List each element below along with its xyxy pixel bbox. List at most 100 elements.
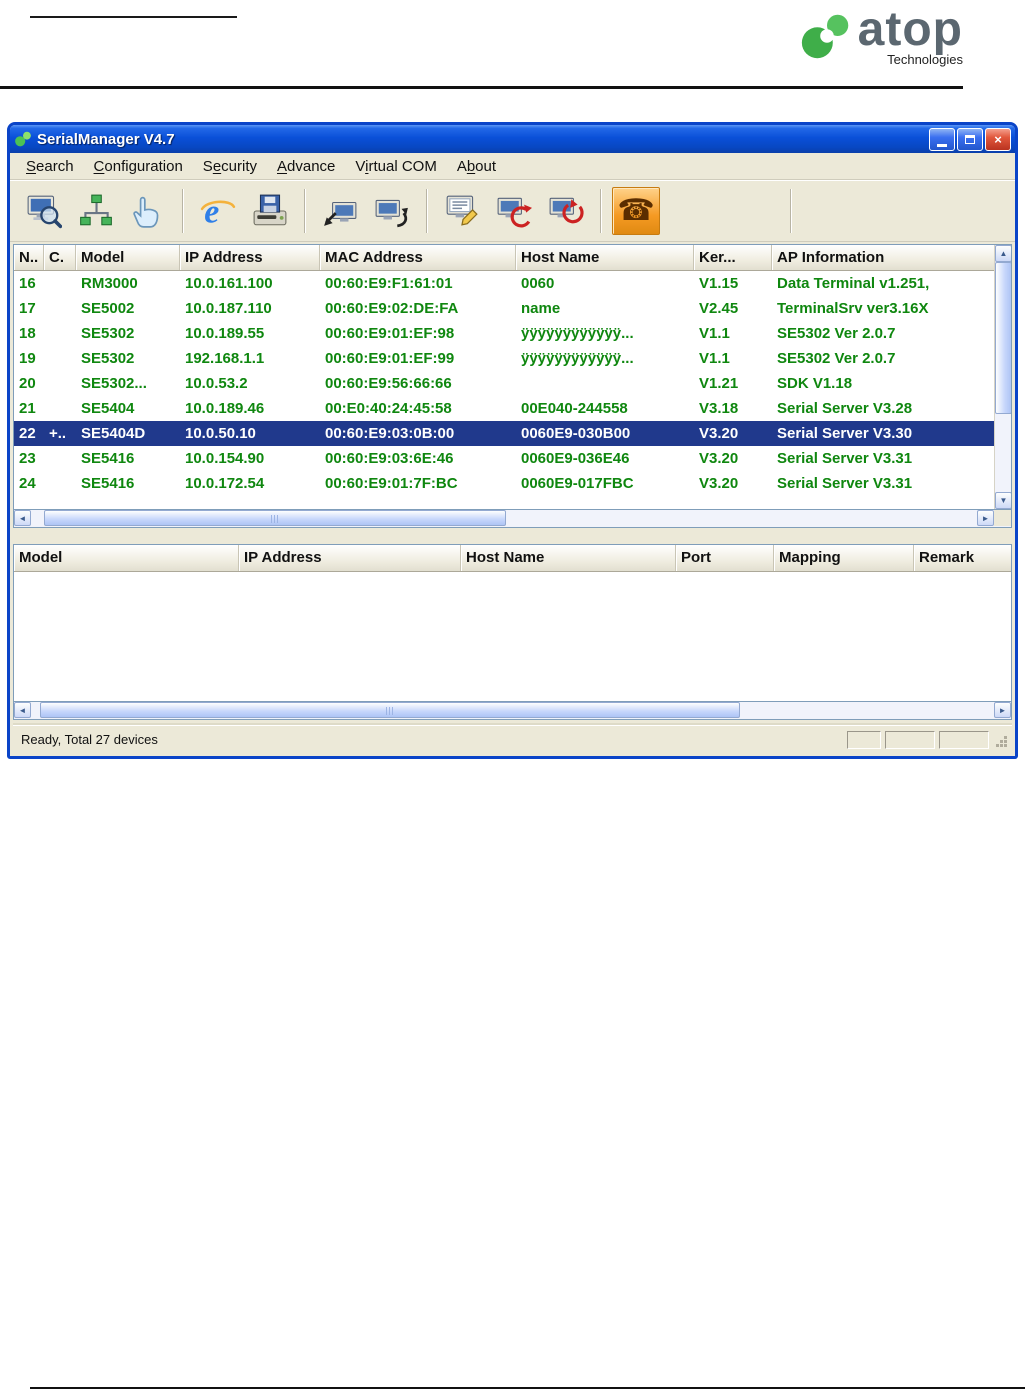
column-header-mapping[interactable]: Mapping <box>774 545 914 571</box>
horizontal-scrollbar-thumb[interactable] <box>44 510 506 526</box>
alert-button[interactable]: ☎ <box>612 187 660 235</box>
cell: 23 <box>19 450 36 467</box>
search-network-button[interactable] <box>72 187 120 235</box>
device-row-22[interactable]: 22 +.. SE5404D 10.0.50.10 00:60:E9:03:0B:00 0… <box>14 421 994 446</box>
device-row-16[interactable]: 16 RM3000 10.0.161.100 00:60:E9:F1:61:01 006… <box>14 271 994 296</box>
device-list-main: N.. C. Model IP Address MAC Address Host Name… <box>14 245 1002 509</box>
device-row-23[interactable]: 23 SE5416 10.0.154.90 00:60:E9:03:6E:46 0060… <box>14 446 994 471</box>
menu-advance[interactable]: Advance <box>267 155 345 178</box>
configure-button[interactable] <box>438 187 486 235</box>
cell: 00:60:E9:01:EF:99 <box>325 350 455 367</box>
cell: Data Terminal v1.251, <box>777 275 930 292</box>
cell: name <box>521 300 561 317</box>
close-button[interactable]: × <box>985 127 1011 151</box>
alert-phone-icon: ☎ <box>617 193 655 228</box>
locate-button[interactable] <box>124 187 172 235</box>
cell <box>44 446 76 471</box>
scroll-left-button[interactable]: ◄ <box>14 702 31 718</box>
column-header-ap-information[interactable]: AP Information <box>772 245 996 270</box>
device-list-vertical-scrollbar[interactable]: ▲ ▼ <box>994 245 1011 509</box>
cell: ÿÿÿÿÿÿÿÿÿÿÿÿ... <box>521 350 634 367</box>
cell <box>44 296 76 321</box>
scroll-right-button[interactable]: ► <box>994 702 1011 718</box>
cell: V3.18 <box>699 400 739 417</box>
scroll-right-button[interactable]: ► <box>977 510 994 526</box>
import-setting-icon <box>324 202 357 226</box>
cell: 10.0.53.2 <box>185 375 248 392</box>
status-text: Ready, Total 27 devices <box>21 732 158 747</box>
column-header-model[interactable]: Model <box>14 545 239 571</box>
device-list-header: N.. C. Model IP Address MAC Address Host Name… <box>14 245 1002 271</box>
scrollbar-corner <box>994 510 1011 526</box>
column-header-port[interactable]: Port <box>676 545 774 571</box>
mapping-list-horizontal-scrollbar[interactable]: ◄ ► <box>13 702 1012 720</box>
resize-grip[interactable] <box>993 731 1008 749</box>
cell: SE5404 <box>81 400 135 417</box>
cell: Serial Server V3.30 <box>777 425 913 442</box>
cell: 24 <box>19 475 36 492</box>
locate-hand-icon <box>133 196 159 228</box>
column-header-model[interactable]: Model <box>76 245 180 270</box>
header-line <box>30 16 237 18</box>
column-header-ip-address[interactable]: IP Address <box>239 545 461 571</box>
menu-configuration[interactable]: Configuration <box>84 155 193 178</box>
device-row-24[interactable]: 24 SE5416 10.0.172.54 00:60:E9:01:7F:BC 0060… <box>14 471 994 496</box>
mapping-list: Model IP Address Host Name Port Mapping Remar… <box>13 544 1012 702</box>
cell: 10.0.50.10 <box>185 425 256 442</box>
maximize-icon <box>965 134 975 144</box>
device-row-21[interactable]: 21 SE5404 10.0.189.46 00:E0:40:24:45:58 00E0… <box>14 396 994 421</box>
menu-security[interactable]: Security <box>193 155 267 178</box>
cell: 20 <box>19 375 36 392</box>
menu-virtual-com[interactable]: Virtual COM <box>345 155 446 178</box>
cell: 19 <box>19 350 36 367</box>
atop-logo: atop Technologies <box>798 4 963 67</box>
upgrade-button[interactable] <box>490 187 538 235</box>
cell: 0060E9-036E46 <box>521 450 630 467</box>
minimize-button[interactable] <box>929 127 955 151</box>
column-header-c[interactable]: C. <box>44 245 76 270</box>
save-firmware-button[interactable] <box>246 187 294 235</box>
column-header-host-name[interactable]: Host Name <box>516 245 694 270</box>
scroll-up-button[interactable]: ▲ <box>995 245 1011 262</box>
cell: V2.45 <box>699 300 739 317</box>
cell: Serial Server V3.31 <box>777 475 913 492</box>
column-header-ip-address[interactable]: IP Address <box>180 245 320 270</box>
cell <box>44 271 76 296</box>
atop-logo-icon <box>801 14 848 59</box>
close-icon: × <box>994 131 1002 147</box>
horizontal-scrollbar-thumb[interactable] <box>40 702 740 718</box>
cell: Serial Server V3.28 <box>777 400 913 417</box>
cell <box>44 371 76 396</box>
minimize-icon <box>937 143 947 147</box>
device-row-17[interactable]: 17 SE5002 10.0.187.110 00:60:E9:02:DE:FA nam… <box>14 296 994 321</box>
export-setting-button[interactable] <box>368 187 416 235</box>
maximize-button[interactable] <box>957 127 983 151</box>
column-header-host-name[interactable]: Host Name <box>461 545 676 571</box>
menu-bar: Search Configuration Security Advance Virtua… <box>10 153 1015 180</box>
column-header-remark[interactable]: Remark <box>914 545 1011 571</box>
column-header-n[interactable]: N.. <box>14 245 44 270</box>
splitter[interactable] <box>13 528 1012 544</box>
cell: 00:60:E9:03:0B:00 <box>325 425 455 442</box>
web-console-button[interactable]: e <box>194 187 242 235</box>
app-icon <box>14 130 32 148</box>
import-setting-button[interactable] <box>316 187 364 235</box>
arrow-down-icon: ▼ <box>999 496 1008 505</box>
menu-about[interactable]: About <box>447 155 506 178</box>
cell: 10.0.172.54 <box>185 475 265 492</box>
cell <box>516 371 694 396</box>
reboot-button[interactable] <box>542 187 590 235</box>
scroll-down-button[interactable]: ▼ <box>995 492 1011 509</box>
device-list-horizontal-scrollbar[interactable]: ◄ ► <box>13 510 1012 528</box>
device-row-18[interactable]: 18 SE5302 10.0.189.55 00:60:E9:01:EF:98 ÿÿÿÿ… <box>14 321 994 346</box>
column-header-mac-address[interactable]: MAC Address <box>320 245 516 270</box>
titlebar[interactable]: SerialManager V4.7 × <box>10 125 1015 153</box>
cell: SDK V1.18 <box>777 375 853 392</box>
vertical-scrollbar-thumb[interactable] <box>995 262 1011 414</box>
search-device-button[interactable] <box>20 187 68 235</box>
device-row-19[interactable]: 19 SE5302 192.168.1.1 00:60:E9:01:EF:99 ÿÿÿÿ… <box>14 346 994 371</box>
device-row-20[interactable]: 20 SE5302... 10.0.53.2 00:60:E9:56:66:66 V1.… <box>14 371 994 396</box>
column-header-ker[interactable]: Ker... <box>694 245 772 270</box>
scroll-left-button[interactable]: ◄ <box>14 510 31 526</box>
menu-search[interactable]: Search <box>16 155 84 178</box>
